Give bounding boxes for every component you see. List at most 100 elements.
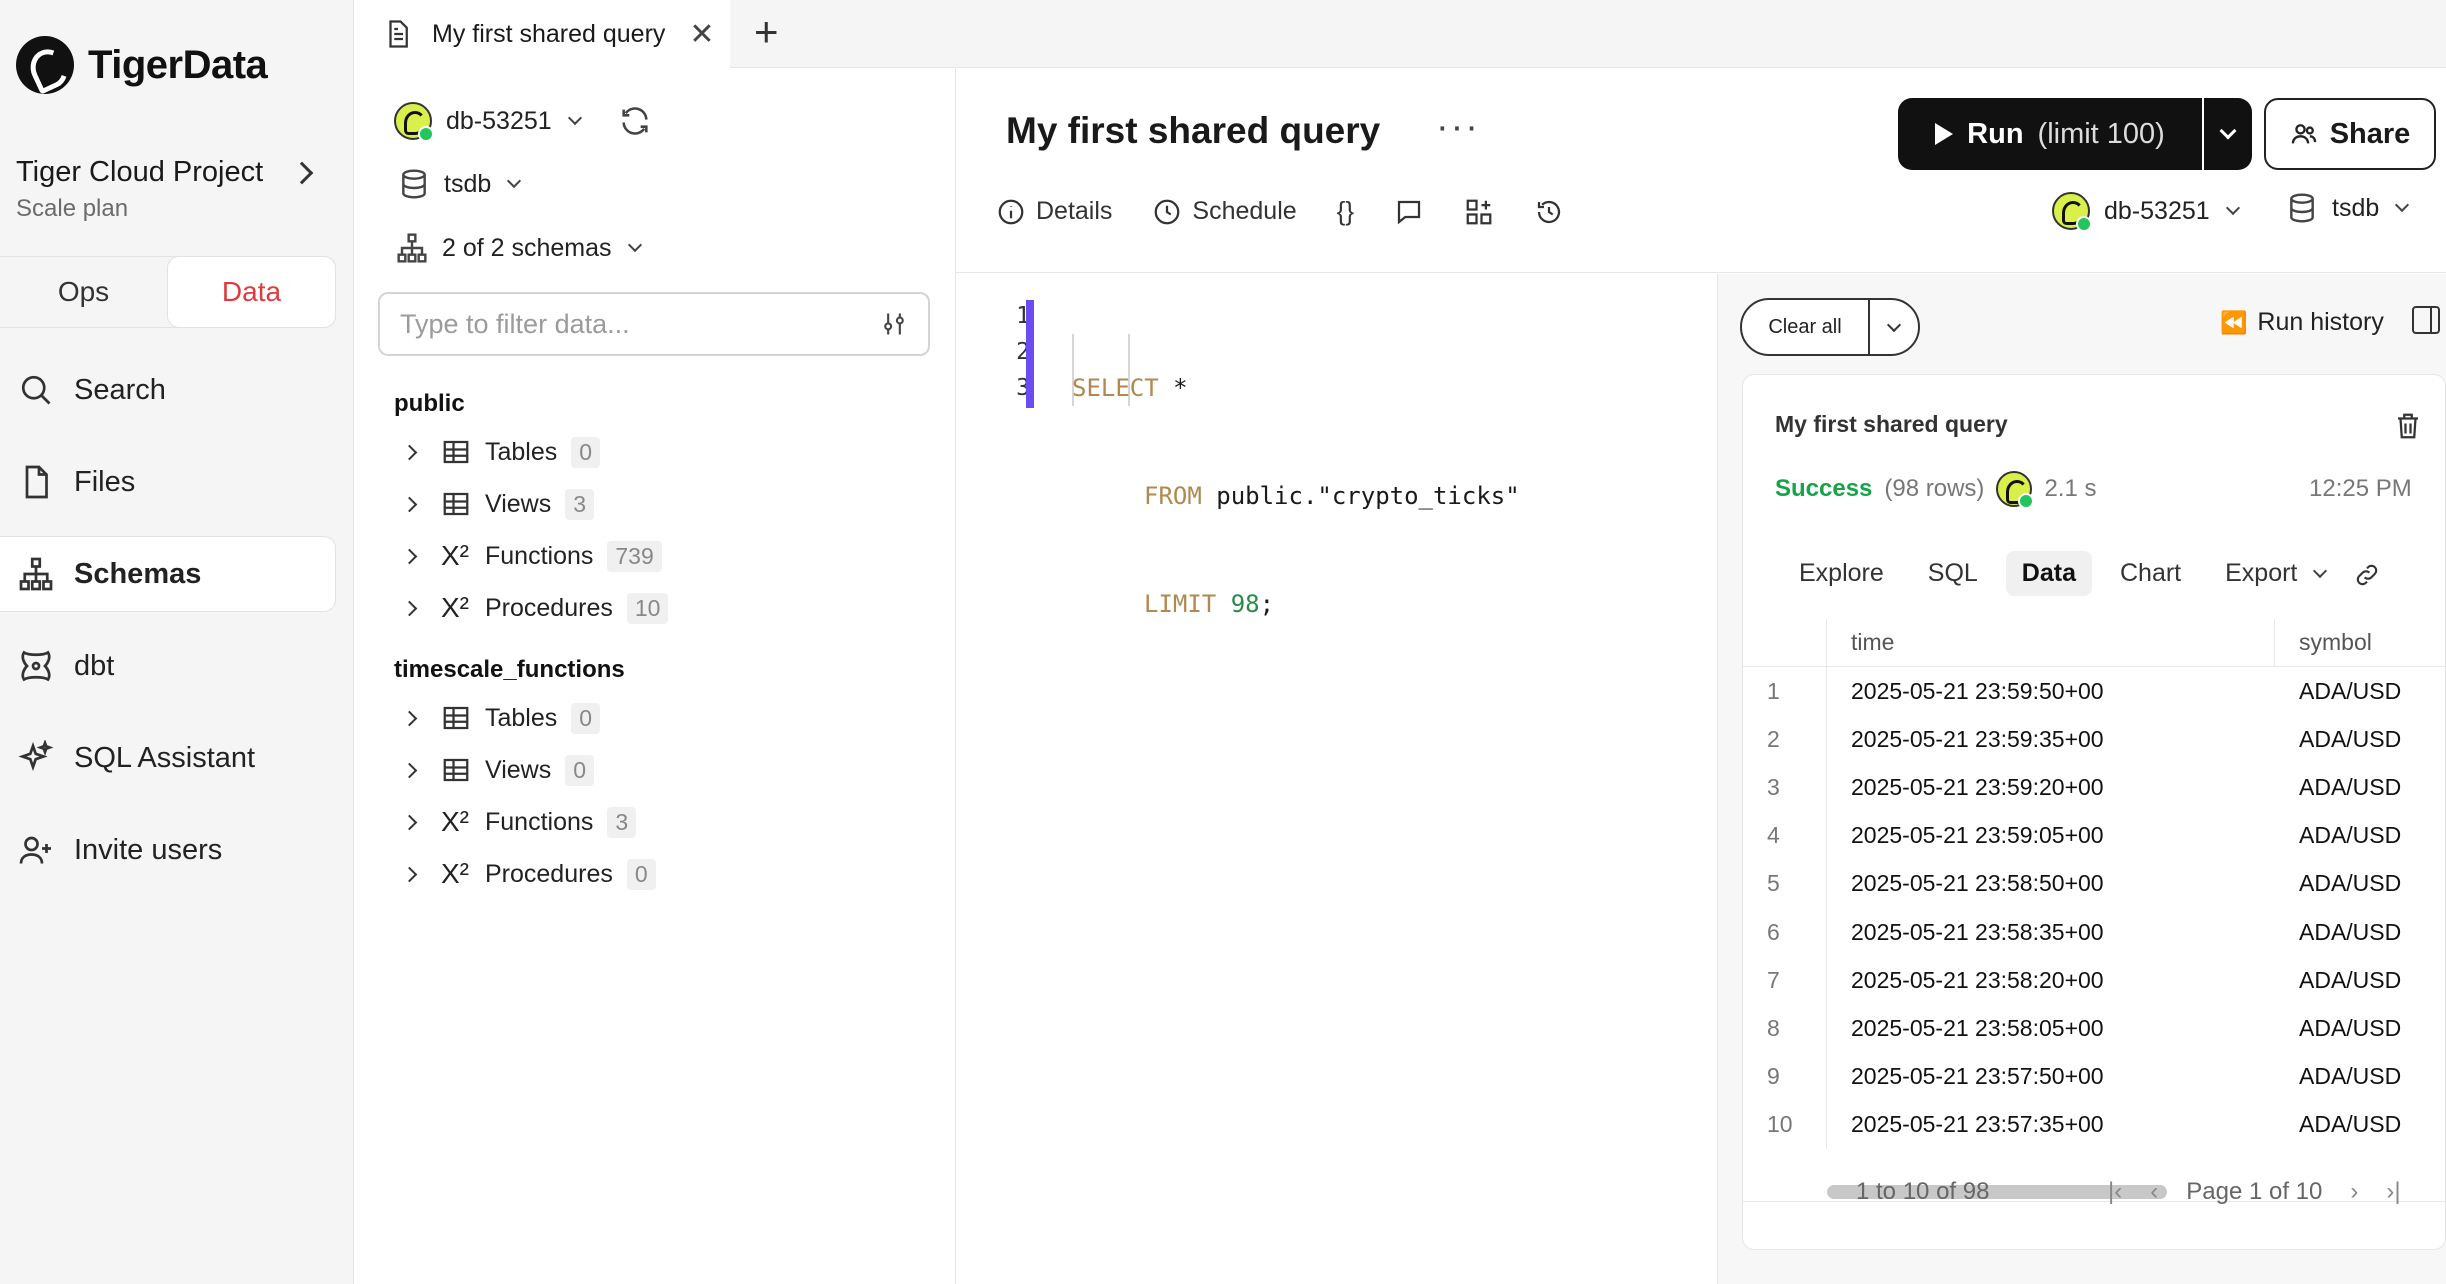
table-row[interactable]: 8 2025-05-21 23:58:05+00 ADA/USD [1743,1004,2445,1053]
history-button[interactable] [1534,197,1564,227]
query-title[interactable]: My first shared query [1006,110,1380,152]
details-button[interactable]: Details [996,197,1112,227]
table-row[interactable]: 7 2025-05-21 23:58:20+00 ADA/USD [1743,956,2445,1005]
results-pane: Clear all ⏪ Run history My first shared … [1718,274,2446,1284]
nav-item-search[interactable]: Search [0,352,336,428]
row-index: 6 [1743,907,1827,957]
toggle-panel-icon[interactable] [2412,306,2440,334]
chevron-down-icon [2225,200,2240,216]
tree-item-procedures[interactable]: X² Procedures 10 [394,582,934,634]
query-service-selector[interactable]: db-53251 [2052,192,2240,232]
chevron-right-icon [401,548,418,564]
tree-item-views[interactable]: Views 0 [394,744,934,796]
chevron-down-icon [1886,317,1902,332]
clear-all-button[interactable]: Clear all [1742,300,1870,354]
brand-logo[interactable]: TigerData [16,36,268,94]
tree-item-procedures[interactable]: X² Procedures 0 [394,848,934,900]
table-row[interactable]: 2 2025-05-21 23:59:35+00 ADA/USD [1743,715,2445,764]
tree-item-functions[interactable]: X² Functions 739 [394,530,934,582]
tree-item-tables[interactable]: Tables 0 [394,426,934,478]
more-options-icon[interactable]: ··· [1436,106,1480,149]
run-options-button[interactable] [2204,98,2252,170]
widgets-button[interactable] [1464,197,1494,227]
query-database-selector[interactable]: tsdb [2286,192,2410,224]
run-history-label: Run history [2257,308,2384,336]
schema-group-title[interactable]: public [394,390,934,426]
tree-item-label: Views [485,755,552,784]
mode-data-button[interactable]: Data [167,256,336,328]
count-badge: 10 [626,592,669,624]
run-button[interactable]: Run (limit 100) [1898,98,2202,170]
tab-explore[interactable]: Explore [1783,551,1900,596]
service-selector[interactable]: db-53251 [394,102,582,142]
nav-item-label: Search [74,373,166,406]
cell-symbol: ADA/USD [2299,773,2402,800]
database-selector[interactable]: tsdb [398,168,522,200]
result-tabs: Explore SQL Data Chart Export [1783,551,2341,596]
clear-options-button[interactable] [1870,300,1918,354]
rewind-icon: ⏪ [2220,309,2248,335]
sql-editor[interactable]: 1 2 3 SELECT * FROM public."crypto_ticks… [956,274,1718,1284]
table-header: time symbol [1743,619,2445,667]
delete-result-button[interactable] [2393,411,2423,446]
nav-item-dbt[interactable]: dbt [0,628,336,704]
cell-time: 2025-05-21 23:57:35+00 [1851,1111,2104,1138]
table-row[interactable]: 5 2025-05-21 23:58:50+00 ADA/USD [1743,859,2445,908]
filter-settings-icon[interactable] [880,310,908,338]
code-content[interactable]: SELECT * FROM public."crypto_ticks" LIMI… [1072,298,1520,694]
comments-button[interactable] [1394,197,1424,227]
mode-ops-button[interactable]: Ops [0,257,167,327]
nav-item-sql-assistant[interactable]: SQL Assistant [0,720,336,796]
count-badge: 3 [565,488,595,520]
schema-group-title[interactable]: timescale_functions [394,656,934,692]
tab-sql[interactable]: SQL [1912,551,1994,596]
refresh-button[interactable] [618,104,652,138]
chevron-right-icon [290,161,314,184]
tab-label: My first shared query [432,19,666,48]
format-button[interactable]: {} [1337,196,1354,227]
share-button[interactable]: Share [2264,98,2436,170]
database-icon [402,169,426,199]
sitemap-icon [18,556,54,592]
table-row[interactable]: 1 2025-05-21 23:59:50+00 ADA/USD [1743,667,2445,716]
run-limit: (limit 100) [2037,117,2165,150]
first-page-icon[interactable]: |‹ [2108,1178,2122,1206]
tab-chart[interactable]: Chart [2104,551,2197,596]
query-toolbar: Details Schedule {} [996,196,1564,227]
nav-item-schemas[interactable]: Schemas [0,536,336,612]
table-row[interactable]: 10 2025-05-21 23:57:35+00 ADA/USD [1743,1100,2445,1149]
copy-link-button[interactable] [2353,561,2381,594]
nav-item-files[interactable]: Files [0,444,336,520]
next-page-icon[interactable]: › [2350,1178,2358,1206]
chevron-right-icon [401,600,418,616]
table-row[interactable]: 3 2025-05-21 23:59:20+00 ADA/USD [1743,763,2445,812]
chevron-down-icon [567,110,582,126]
tab-export[interactable]: Export [2209,551,2341,596]
run-label: Run [1967,117,2024,150]
close-icon[interactable]: ✕ [689,17,714,52]
tab-query[interactable]: My first shared query ✕ [354,0,730,68]
table-row[interactable]: 6 2025-05-21 23:58:35+00 ADA/USD [1743,907,2445,957]
schema-selector[interactable]: 2 of 2 schemas [396,232,642,264]
schema-filter-input[interactable]: Type to filter data... [378,292,930,356]
refresh-icon [622,107,648,135]
column-header-time[interactable]: time [1827,619,2275,666]
tab-data[interactable]: Data [2005,551,2092,596]
service-avatar-icon [1996,471,2035,509]
tree-item-functions[interactable]: X² Functions 3 [394,796,934,848]
project-switcher[interactable]: Tiger Cloud Project Scale plan [16,156,326,223]
prev-page-icon[interactable]: ‹ [2150,1178,2158,1206]
table-row[interactable]: 9 2025-05-21 23:57:50+00 ADA/USD [1743,1052,2445,1101]
column-header-symbol[interactable]: symbol [2275,619,2372,666]
last-page-icon[interactable]: ›| [2386,1178,2400,1206]
share-label: Share [2329,117,2411,150]
tree-item-views[interactable]: Views 3 [394,478,934,530]
table-row[interactable]: 4 2025-05-21 23:59:05+00 ADA/USD [1743,811,2445,860]
run-history-button[interactable]: ⏪ Run history [2220,308,2384,337]
left-nav: TigerData Tiger Cloud Project Scale plan… [0,0,354,1284]
schedule-button[interactable]: Schedule [1152,197,1297,227]
tree-item-label: Functions [485,807,594,836]
tree-item-tables[interactable]: Tables 0 [394,692,934,744]
nav-item-invite-users[interactable]: Invite users [0,812,336,888]
new-tab-button[interactable]: + [754,8,779,56]
